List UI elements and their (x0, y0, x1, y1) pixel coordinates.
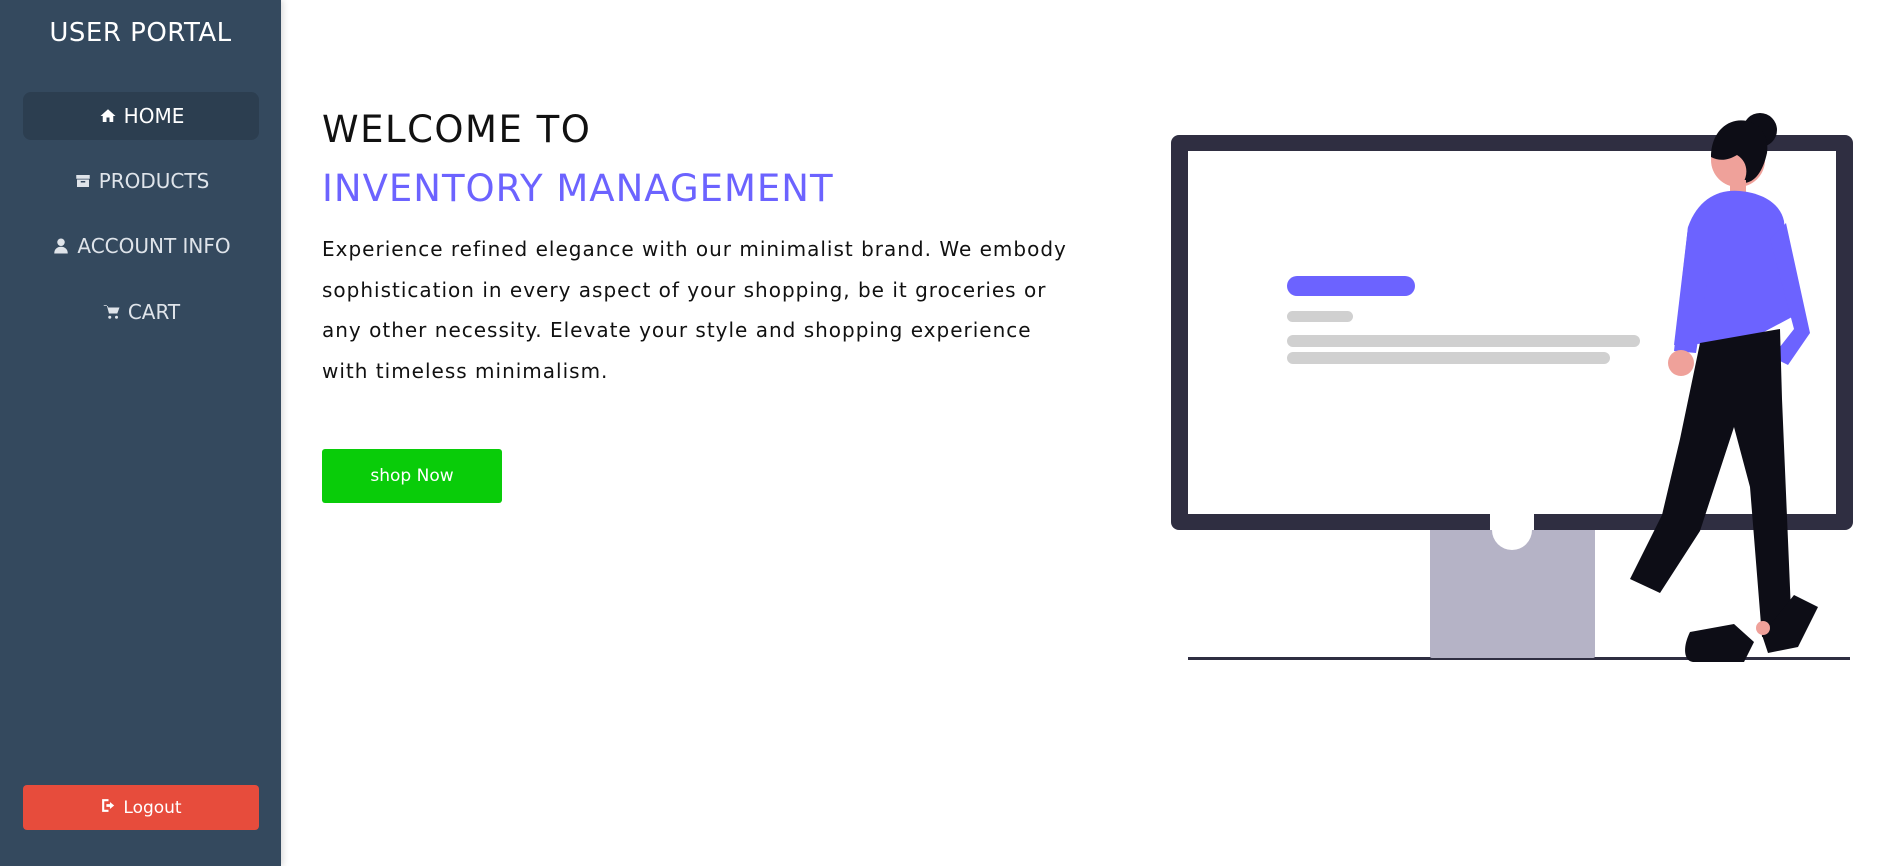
sidebar-item-cart[interactable]: CART (23, 288, 259, 336)
hero-description: Experience refined elegance with our min… (322, 237, 1067, 383)
shop-now-button[interactable]: shop Now (322, 449, 502, 503)
app-layout: USER PORTAL HOME PRODUCTS ACCOUNT INFO C… (0, 0, 1882, 866)
sign-out-icon (100, 797, 117, 819)
sidebar-item-products[interactable]: PRODUCTS (23, 157, 259, 205)
sidebar-brand: USER PORTAL (49, 18, 232, 48)
sidebar-item-label: CART (127, 300, 181, 324)
user-icon (51, 236, 71, 256)
sidebar-item-label: PRODUCTS (98, 169, 210, 193)
hero-illustration (1160, 105, 1860, 665)
hero-section: WELCOME TO INVENTORY MANAGEMENT Experien… (322, 105, 1082, 391)
sidebar-item-label: HOME (123, 104, 185, 128)
welcome-heading: WELCOME TO (322, 108, 592, 151)
cart-icon (102, 302, 122, 322)
page-title: INVENTORY MANAGEMENT (322, 167, 834, 210)
home-icon (98, 106, 118, 126)
sidebar: USER PORTAL HOME PRODUCTS ACCOUNT INFO C… (0, 0, 281, 866)
sidebar-item-home[interactable]: HOME (23, 92, 259, 140)
sidebar-item-account-info[interactable]: ACCOUNT INFO (23, 222, 259, 270)
logout-button[interactable]: Logout (23, 785, 259, 830)
box-icon (73, 171, 93, 191)
sidebar-item-label: ACCOUNT INFO (77, 234, 231, 258)
logout-label: Logout (123, 797, 182, 818)
